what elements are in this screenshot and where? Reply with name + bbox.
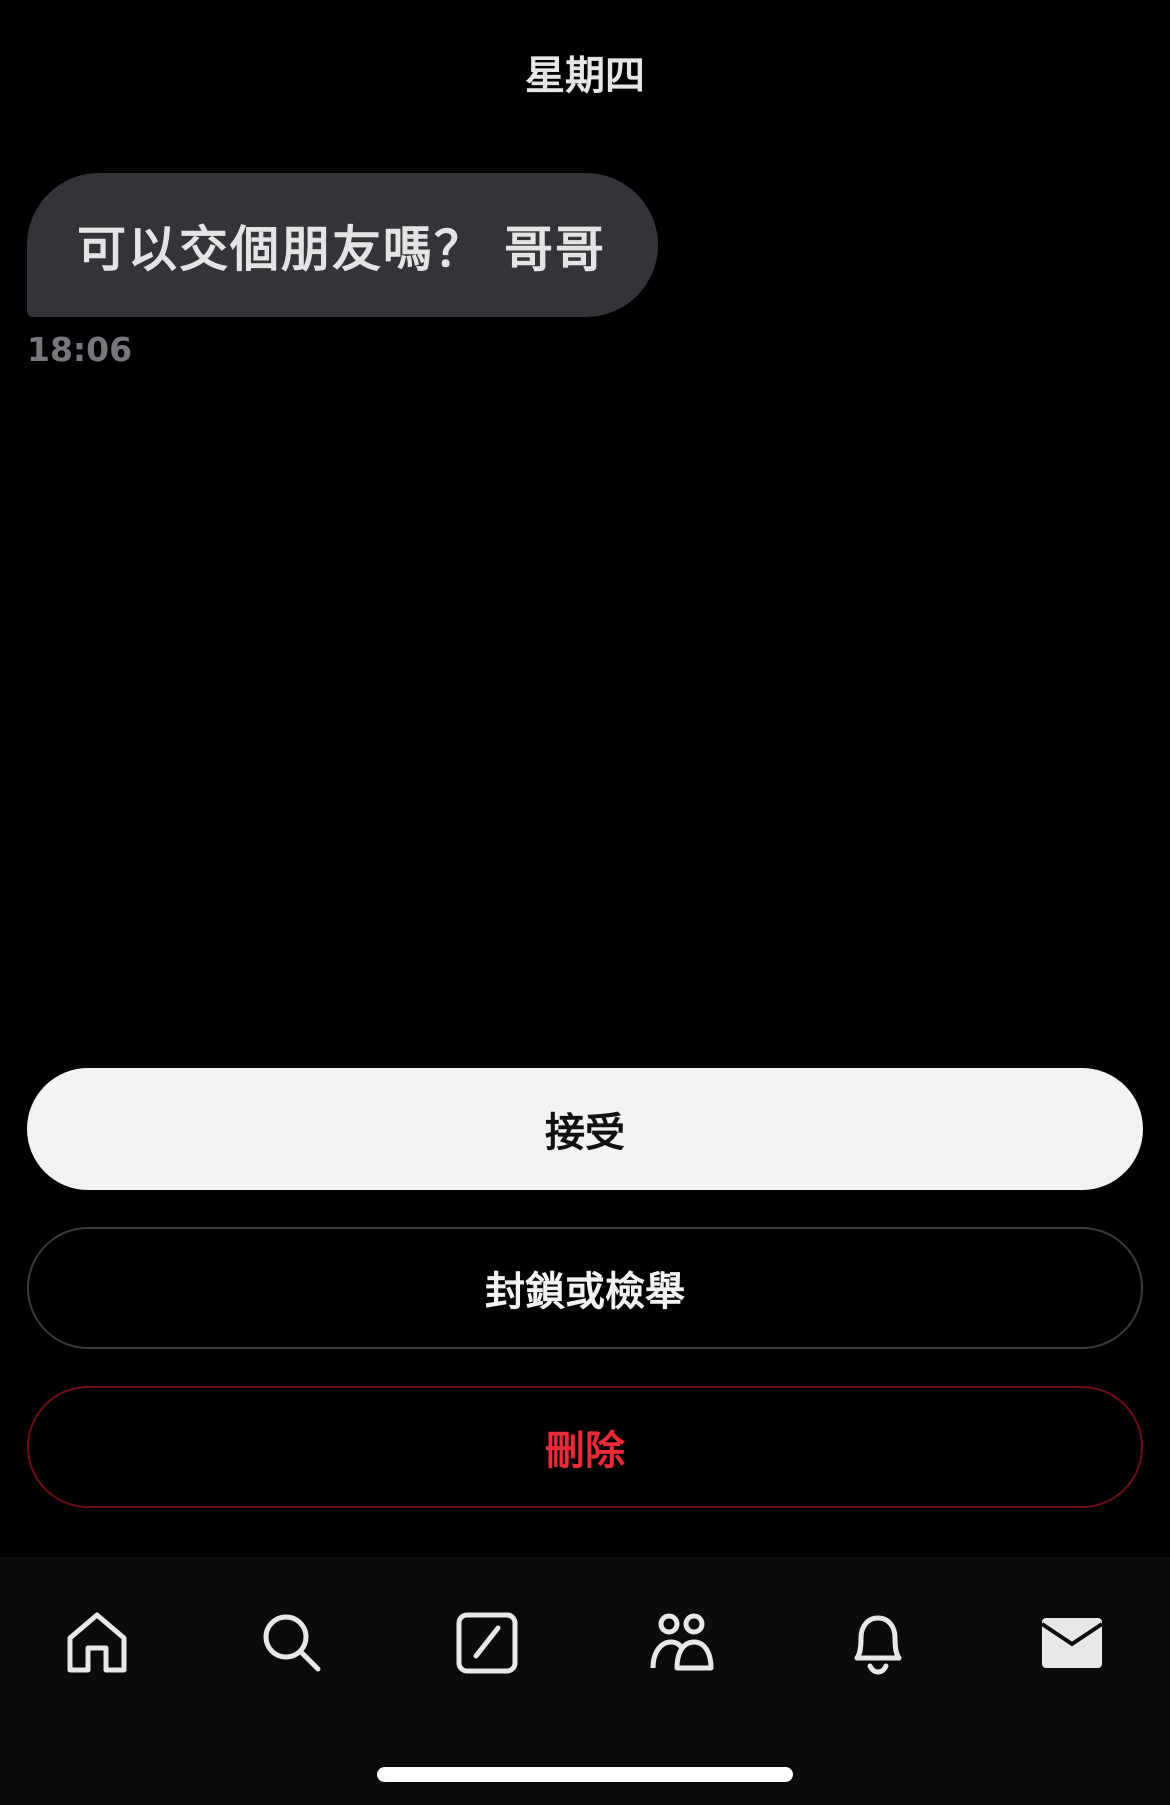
tab-notifications[interactable] <box>828 1593 928 1693</box>
search-icon <box>263 1614 321 1672</box>
tab-search[interactable] <box>241 1593 341 1693</box>
home-icon <box>67 1612 127 1673</box>
block-or-report-button[interactable]: 封鎖或檢舉 <box>27 1227 1143 1349</box>
message-bubble[interactable]: 可以交個朋友嗎？ 哥哥 <box>27 173 659 317</box>
bell-icon <box>854 1615 902 1675</box>
message-timestamp: 18:06 <box>27 330 133 369</box>
tab-inbox[interactable] <box>1022 1593 1122 1693</box>
delete-button[interactable]: 刪除 <box>27 1386 1143 1508</box>
home-indicator <box>377 1767 793 1782</box>
accept-button[interactable]: 接受 <box>27 1068 1143 1190</box>
tab-compose[interactable] <box>437 1593 537 1693</box>
people-icon <box>650 1613 714 1671</box>
tab-people[interactable] <box>632 1593 732 1693</box>
mail-icon <box>1040 1618 1104 1668</box>
compose-icon <box>456 1612 518 1674</box>
tab-home[interactable] <box>47 1593 147 1693</box>
message-text: 可以交個朋友嗎？ 哥哥 <box>77 220 607 278</box>
day-header: 星期四 <box>525 53 645 99</box>
